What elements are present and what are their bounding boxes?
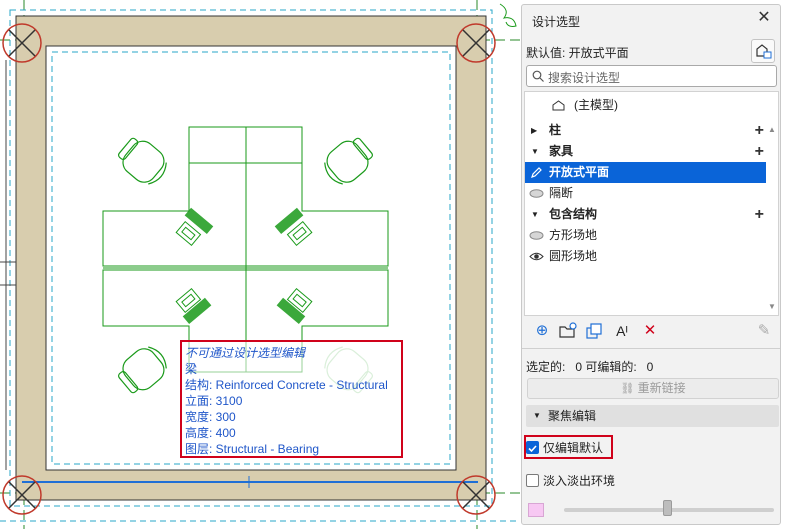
tooltip-title: 不可通过设计选型编辑 [185,346,306,360]
divider [522,348,780,349]
tree-item-label: 圆形场地 [549,249,598,263]
options-toolbar: ⊕ Aᴵ ✕ ✎ [524,317,779,347]
tree-item-label: (主模型) [574,98,618,112]
panel-title: 设计选型 [532,15,581,29]
hidden-eye-icon[interactable] [529,189,544,198]
selection-status: 选定的: 0 可编辑的: 0 [526,360,654,374]
tooltip-width: 宽度: 300 [185,410,236,424]
add-option-icon[interactable]: + [755,204,764,225]
design-option-settings-button[interactable] [751,39,775,63]
tooltip-elevation: 立面: 3100 [185,394,243,408]
left-edge-lines [0,60,16,470]
collapse-arrow-icon[interactable]: ▼ [531,204,539,225]
duplicate-button[interactable] [584,321,604,341]
house-settings-icon [756,44,772,59]
color-swatch[interactable] [528,503,544,517]
link-icon: ⛓ [620,383,635,395]
tree-item-label: 开放式平面 [549,165,610,179]
tree-item-partition[interactable]: 隔断 [525,183,768,204]
folder-add-icon [559,322,577,338]
collapse-arrow-icon: ▼ [533,411,541,420]
checkbox-checked-icon[interactable] [526,441,539,454]
tree-group-label: 包含结构 [549,207,598,221]
add-option-icon[interactable]: + [755,141,764,162]
search-input[interactable]: 搜索设计选型 [526,65,777,87]
new-set-button[interactable] [558,321,578,341]
fade-slider-thumb[interactable] [663,500,672,516]
expand-arrow-icon[interactable]: ▶ [531,120,537,141]
tooltip-layer: 图层: Structural - Bearing [185,442,320,456]
focus-edit-section[interactable]: ▼ 聚焦编辑 [526,405,779,427]
add-option-icon[interactable]: + [755,120,764,141]
tree-group-label: 家具 [549,144,574,158]
add-circle-icon[interactable]: ⊕ [532,321,552,341]
element-info-tooltip: 不可通过设计选型编辑 梁 结构: Reinforced Concrete - S… [180,340,403,458]
tree-group-columns[interactable]: ▶ 柱 + [525,120,768,141]
focus-edit-label: 聚焦编辑 [548,409,597,423]
close-icon[interactable]: ✕ [756,10,772,26]
design-options-tree[interactable]: (主模型) ▶ 柱 + ▼ 家具 + 开放式平面 隔断 ▼ 包含结构 + 方形场… [524,91,779,316]
tooltip-structure: 结构: Reinforced Concrete - Structural [185,378,388,392]
relink-button[interactable]: ⛓ 重新链接 [527,378,779,399]
rename-icon[interactable]: Aᴵ [612,321,632,341]
tree-scrollbar[interactable]: ▲ ▼ [766,92,778,315]
checkbox-unchecked-icon[interactable] [526,474,539,487]
edit-icon[interactable]: ✎ [754,321,774,341]
scroll-down-icon[interactable]: ▼ [768,302,776,311]
relink-label: 重新链接 [637,381,686,395]
tree-item-label: 隔断 [549,186,574,200]
tooltip-height: 高度: 400 [185,426,236,440]
collapse-arrow-icon[interactable]: ▼ [531,141,539,162]
only-edit-default-label: 仅编辑默认 [543,441,604,455]
hidden-eye-icon[interactable] [529,231,544,240]
tree-group-furniture[interactable]: ▼ 家具 + [525,141,768,162]
tooltip-element-type: 梁 [185,362,198,376]
scroll-up-icon[interactable]: ▲ [768,125,776,134]
search-icon [532,70,544,82]
tree-item-open-plan[interactable]: 开放式平面 [525,162,768,183]
default-option-label: 默认值: 开放式平面 [526,46,629,60]
eye-icon[interactable] [529,251,544,262]
search-placeholder: 搜索设计选型 [548,71,621,85]
pencil-icon [531,167,542,178]
tree-group-structure[interactable]: ▼ 包含结构 + [525,204,768,225]
design-options-panel: 设计选型 ✕ 默认值: 开放式平面 搜索设计选型 (主模型) ▶ 柱 + ▼ 家 [521,4,781,525]
tree-item-label: 方形场地 [549,228,598,242]
duplicate-icon [586,323,602,339]
delete-icon[interactable]: ✕ [640,321,660,341]
tree-group-label: 柱 [549,123,562,137]
tree-item-square-site[interactable]: 方形场地 [525,225,768,246]
tree-item-main-model[interactable]: (主模型) [525,95,768,116]
plant-icon [499,3,517,27]
fade-environment-label: 淡入淡出环境 [543,474,616,488]
house-icon [552,100,565,111]
tree-item-round-site[interactable]: 圆形场地 [525,246,768,267]
furniture-workstations[interactable] [102,126,389,373]
